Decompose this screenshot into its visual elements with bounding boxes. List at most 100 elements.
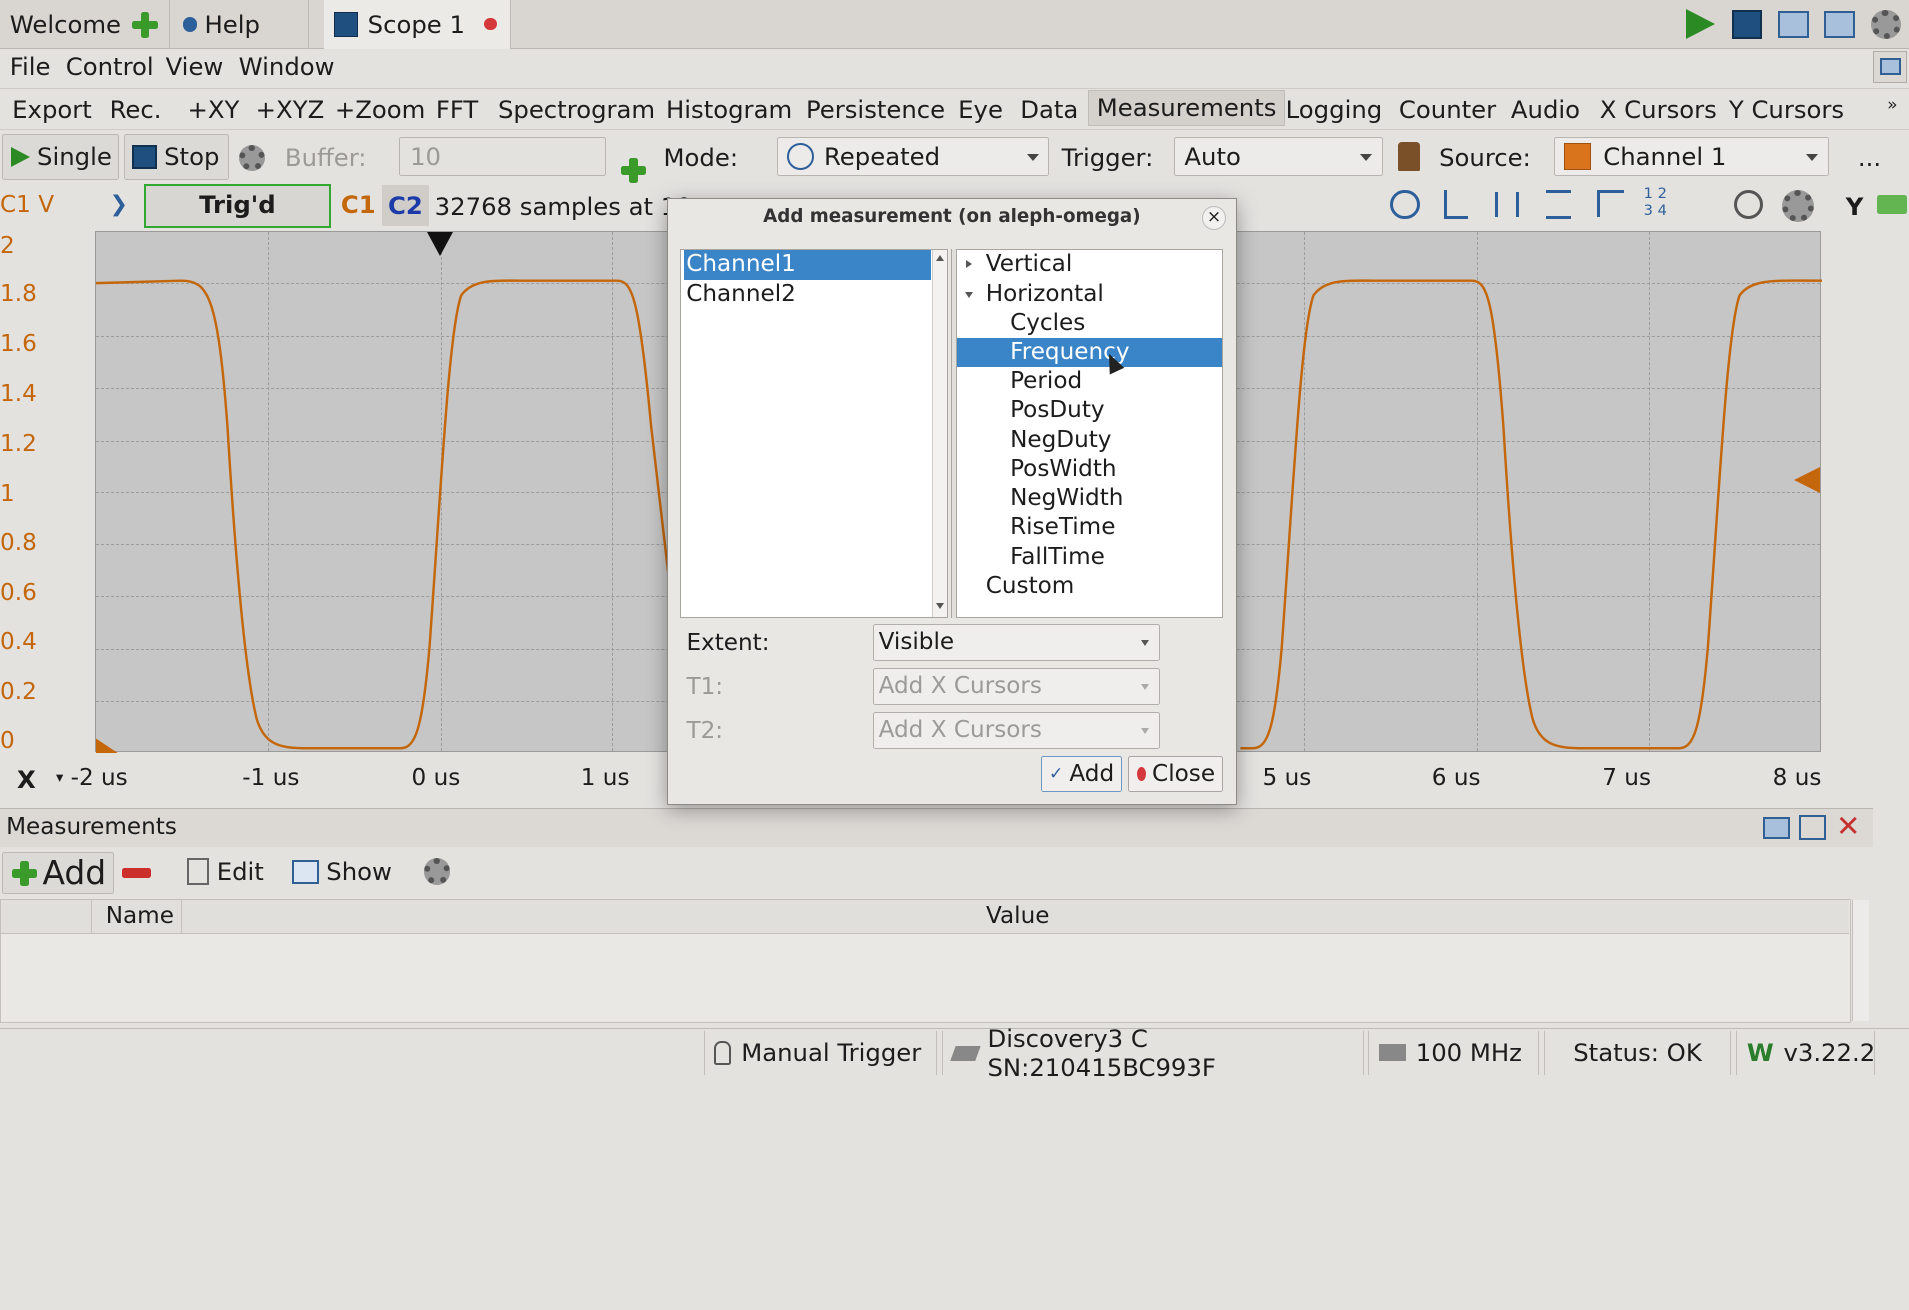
clock-info[interactable]: 100 MHz	[1368, 1030, 1539, 1075]
gear-icon[interactable]	[423, 858, 451, 886]
source-select[interactable]: Channel 1	[1553, 137, 1829, 177]
gear-icon[interactable]	[238, 144, 266, 172]
scrollbar[interactable]	[1851, 899, 1869, 1022]
tree-item-negwidth[interactable]: NegWidth	[1008, 484, 1220, 513]
more-options[interactable]: ...	[1858, 143, 1881, 172]
menu-window[interactable]: Window	[239, 52, 335, 81]
cascade-windows-button[interactable]	[1775, 6, 1812, 43]
tree-item-risetime[interactable]: RiseTime	[1008, 513, 1220, 542]
show-button[interactable]: Show	[326, 857, 392, 886]
list-item-channel1[interactable]: Channel1	[683, 250, 931, 280]
single-button[interactable]: Single	[2, 133, 120, 180]
zoom-icon[interactable]	[1390, 189, 1420, 220]
tab-welcome[interactable]: Welcome	[0, 0, 171, 49]
channel-1-toggle[interactable]: C1	[341, 190, 376, 219]
t2-select[interactable]: Add X Cursors	[872, 712, 1161, 749]
tool-xy[interactable]: +XY	[187, 95, 239, 124]
tree-item-poswidth[interactable]: PosWidth	[1008, 455, 1220, 484]
mode-select[interactable]: Repeated	[776, 137, 1050, 177]
plus-icon[interactable]	[131, 11, 158, 38]
column-value[interactable]: Value	[986, 903, 1050, 929]
tool-data[interactable]: Data	[1020, 95, 1078, 124]
align-icon[interactable]	[1597, 189, 1625, 217]
tool-audio[interactable]: Audio	[1511, 95, 1580, 124]
t1-select[interactable]: Add X Cursors	[872, 668, 1161, 705]
zoom-fit-icon[interactable]	[1733, 189, 1763, 220]
chevron-down-icon[interactable]: ▾	[56, 769, 63, 786]
tool-logging[interactable]: Logging	[1286, 95, 1383, 124]
chevron-right-icon[interactable]: ❯	[110, 192, 128, 217]
tree-item-falltime[interactable]: FallTime	[1008, 543, 1220, 572]
tree-item-cycles[interactable]: Cycles	[1008, 309, 1220, 338]
add-icon[interactable]	[620, 156, 647, 184]
settings-button[interactable]	[1868, 6, 1905, 43]
x-axis-button[interactable]: X	[17, 765, 36, 794]
tool-fft[interactable]: FFT	[436, 95, 478, 124]
gear-icon[interactable]	[1782, 189, 1815, 222]
measurements-table[interactable]: Name Value	[0, 898, 1869, 1023]
tool-zoom[interactable]: +Zoom	[335, 95, 426, 124]
tool-counter[interactable]: Counter	[1399, 95, 1496, 124]
tile-windows-button[interactable]	[1821, 6, 1858, 43]
tree-item-custom[interactable]: Custom	[983, 572, 1220, 601]
menu-control[interactable]: Control	[66, 52, 154, 81]
window-restore-button[interactable]	[1872, 51, 1907, 83]
numbers-icon[interactable]: 1 23 4	[1644, 185, 1667, 219]
channel-2-toggle[interactable]: C2	[382, 185, 429, 227]
stop-button[interactable]: Stop	[124, 133, 229, 180]
y-axis-button[interactable]: Y	[1846, 192, 1864, 221]
trigger-select[interactable]: Auto	[1173, 137, 1384, 177]
collapse-icon[interactable]	[965, 291, 974, 298]
measurement-tree[interactable]: Vertical Horizontal Cycles Frequency Per…	[955, 249, 1224, 619]
tool-spectrogram[interactable]: Spectrogram	[498, 95, 655, 124]
column-name[interactable]: Name	[106, 903, 174, 929]
trigger-position-icon[interactable]	[427, 232, 454, 256]
horizontal-measure-icon[interactable]	[1495, 192, 1520, 217]
trigger-level-icon[interactable]	[1793, 467, 1821, 494]
pointer-icon[interactable]	[1443, 189, 1469, 220]
buffer-input[interactable]: 10	[399, 137, 607, 177]
tool-persistence[interactable]: Persistence	[806, 95, 945, 124]
version-info[interactable]: W v3.22.2	[1736, 1030, 1875, 1075]
add-measurement-button[interactable]: Add	[2, 852, 115, 894]
tool-eye[interactable]: Eye	[958, 95, 1003, 124]
scroll-down-icon[interactable]	[935, 603, 944, 610]
remove-icon[interactable]	[121, 868, 151, 878]
menu-view[interactable]: View	[166, 52, 224, 81]
float-panel-icon[interactable]	[1762, 816, 1790, 839]
tool-xyz[interactable]: +XYZ	[256, 95, 325, 124]
tool-rec[interactable]: Rec.	[110, 95, 162, 124]
run-button[interactable]	[1683, 6, 1720, 43]
add-button[interactable]: ✓ Add	[1040, 755, 1123, 793]
extent-select[interactable]: Visible	[872, 624, 1161, 661]
channel-list[interactable]: Channel1 Channel2	[680, 249, 949, 619]
close-panel-icon[interactable]: ✕	[1836, 809, 1860, 843]
device-info[interactable]: Discovery3 C SN:210415BC993F	[942, 1024, 1364, 1082]
tool-export[interactable]: Export	[12, 95, 92, 124]
tree-item-horizontal[interactable]: Horizontal	[983, 280, 1220, 309]
list-item-channel2[interactable]: Channel2	[684, 280, 931, 309]
menu-file[interactable]: File	[10, 52, 51, 81]
tool-measurements[interactable]: Measurements	[1088, 89, 1285, 127]
arrow-left-icon[interactable]	[1877, 194, 1907, 215]
tree-item-posduty[interactable]: PosDuty	[1008, 396, 1220, 425]
tool-histogram[interactable]: Histogram	[666, 95, 792, 124]
tree-item-vertical[interactable]: Vertical	[983, 250, 1220, 279]
manual-trigger-button[interactable]: Manual Trigger	[703, 1030, 938, 1075]
expand-icon[interactable]	[966, 260, 973, 269]
tab-scope-1[interactable]: Scope 1	[323, 0, 512, 49]
maximize-icon[interactable]	[1799, 815, 1827, 840]
close-button[interactable]: Close	[1128, 755, 1224, 793]
dialog-close-icon[interactable]: ×	[1201, 205, 1227, 230]
scrollbar[interactable]	[932, 250, 947, 617]
tool-x-cursors[interactable]: X Cursors	[1600, 95, 1717, 124]
scroll-up-icon[interactable]	[935, 255, 944, 262]
close-icon[interactable]	[484, 18, 497, 31]
vertical-measure-icon[interactable]	[1546, 189, 1571, 220]
stop-all-button[interactable]	[1729, 6, 1766, 43]
tool-y-cursors[interactable]: Y Cursors	[1729, 95, 1844, 124]
edit-button[interactable]: Edit	[217, 857, 264, 886]
tab-help[interactable]: Help	[173, 0, 310, 49]
toolbar-overflow-icon[interactable]: »	[1887, 95, 1897, 115]
tree-item-negduty[interactable]: NegDuty	[1008, 426, 1220, 455]
